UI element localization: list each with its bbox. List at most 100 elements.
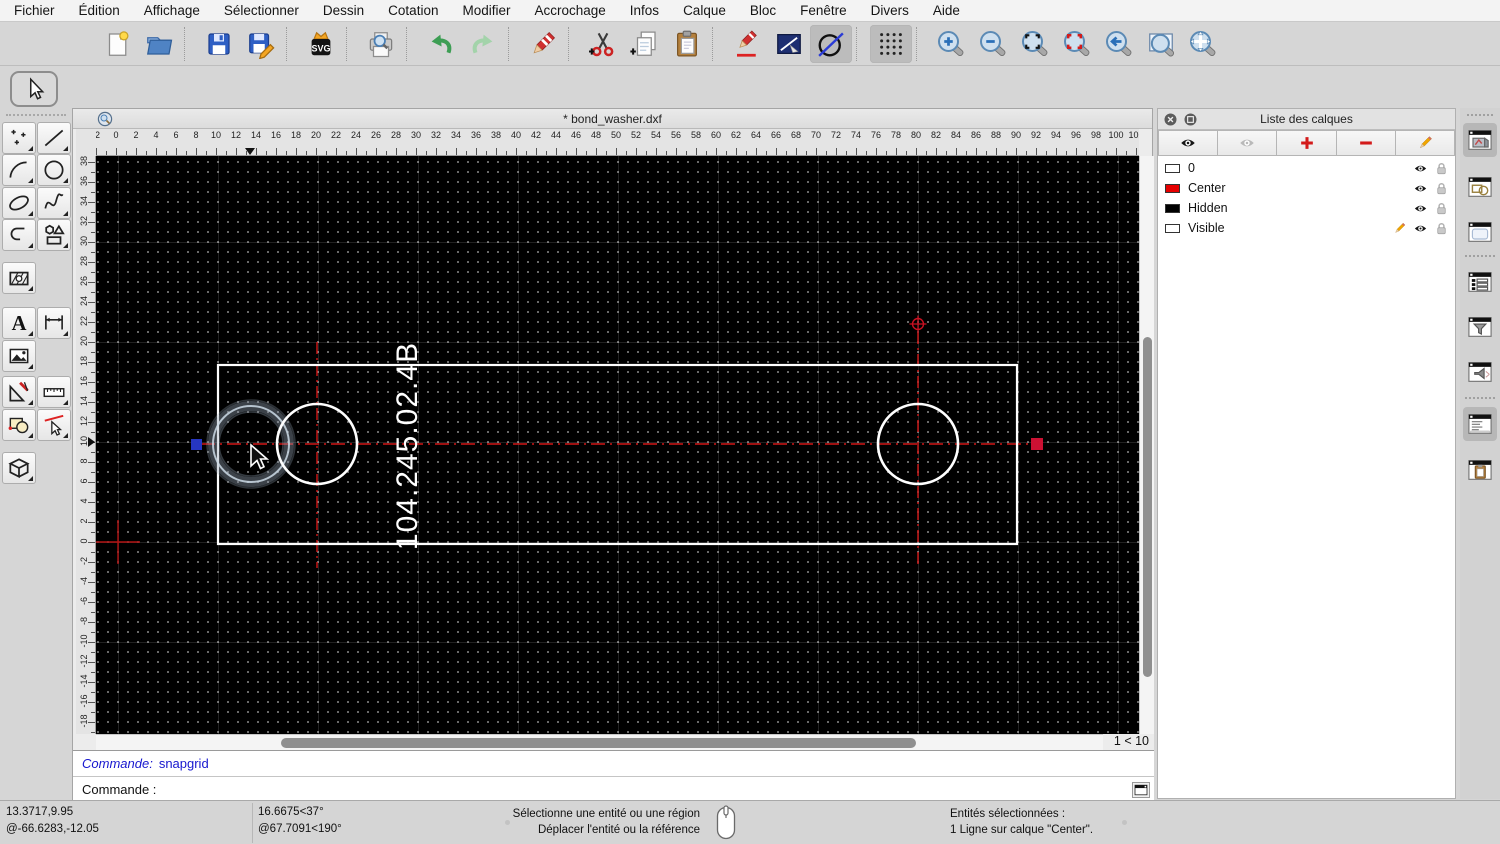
grid-dots-icon	[880, 32, 902, 55]
eye-icon[interactable]	[1413, 221, 1428, 236]
zoom-in-button[interactable]	[930, 25, 972, 63]
pen-edit-button[interactable]	[726, 25, 768, 63]
undo-button[interactable]	[420, 25, 462, 63]
polyline-edit-icon	[777, 33, 801, 54]
insert-dock-button[interactable]	[1463, 355, 1497, 389]
command-line-dock-button[interactable]	[1463, 407, 1497, 441]
command-history-value: snapgrid	[158, 756, 209, 771]
copy-icon	[630, 31, 656, 56]
cut-button[interactable]	[582, 25, 624, 63]
ellipse-tool-button[interactable]	[2, 187, 36, 219]
horizontal-scrollbar-thumb[interactable]	[281, 738, 916, 748]
menu-item-accrochage[interactable]: Accrochage	[534, 3, 605, 18]
spline-tool-button[interactable]	[37, 187, 71, 219]
hide-all-layers-button[interactable]	[1218, 130, 1278, 156]
select-tool-button[interactable]	[10, 71, 58, 107]
vertical-scrollbar[interactable]	[1139, 156, 1154, 734]
insert-dock-icon	[1468, 362, 1492, 382]
lock-icon[interactable]	[1434, 201, 1449, 216]
selection-handle[interactable]	[191, 439, 202, 450]
zoom-pan-button[interactable]	[1182, 25, 1224, 63]
layer-list-dock-button[interactable]	[1463, 123, 1497, 157]
new-file-button[interactable]	[96, 25, 138, 63]
menu-item-edition[interactable]: Édition	[79, 3, 120, 18]
menu-item-aide[interactable]: Aide	[933, 3, 960, 18]
save-as-button[interactable]	[240, 25, 282, 63]
library-browser-dock-button[interactable]	[1463, 215, 1497, 249]
clipboard-dock-button[interactable]	[1463, 453, 1497, 487]
block-list-dock-button[interactable]	[1463, 170, 1497, 204]
save-button[interactable]	[198, 25, 240, 63]
command-window-toggle-button[interactable]	[1132, 781, 1150, 798]
modify-tool-button[interactable]	[2, 376, 36, 408]
measure-tool-button[interactable]	[37, 376, 71, 408]
lock-icon[interactable]	[1434, 221, 1449, 236]
layer-row-hidden[interactable]: Hidden	[1158, 198, 1455, 218]
zoom-redraw-button[interactable]	[1056, 25, 1098, 63]
close-panel-button[interactable]	[1163, 112, 1178, 127]
menu-item-dessin[interactable]: Dessin	[323, 3, 364, 18]
drawing-window-titlebar[interactable]: * bond_washer.dxf	[73, 109, 1152, 129]
print-preview-button[interactable]	[360, 25, 402, 63]
zoom-auto-button[interactable]	[1014, 25, 1056, 63]
menu-item-cotation[interactable]: Cotation	[388, 3, 438, 18]
menu-item-modifier[interactable]: Modifier	[462, 3, 510, 18]
vertical-scrollbar-thumb[interactable]	[1143, 337, 1152, 677]
horizontal-scrollbar[interactable]	[96, 734, 1116, 750]
polygon-shapes-tool-button[interactable]	[37, 219, 71, 251]
add-layer-button[interactable]	[1277, 130, 1337, 156]
command-input[interactable]	[162, 779, 1132, 800]
drawing-canvas[interactable]: 104.245.02.4B	[96, 156, 1139, 734]
layer-list-panel: Liste des calques 0 Center Hidden Visible	[1157, 108, 1456, 799]
menu-item-infos[interactable]: Infos	[630, 3, 659, 18]
zoom-out-button[interactable]	[972, 25, 1014, 63]
snap-grid-button[interactable]	[870, 24, 912, 63]
selection-handle[interactable]	[1031, 438, 1043, 450]
zoom-previous-button[interactable]	[1098, 25, 1140, 63]
line-tool-button[interactable]	[37, 122, 71, 154]
open-file-button[interactable]	[138, 25, 180, 63]
hatch-tool-button[interactable]	[2, 262, 36, 294]
zoom-window-button[interactable]	[1140, 25, 1182, 63]
text-tool-button[interactable]: A	[2, 307, 36, 339]
filter-dock-button[interactable]	[1463, 310, 1497, 344]
image-tool-button[interactable]	[2, 340, 36, 372]
select-entity-tool-button[interactable]	[37, 409, 71, 441]
arc-tool-button[interactable]	[2, 154, 36, 186]
dimension-tool-button[interactable]	[37, 307, 71, 339]
layer-row-0[interactable]: 0	[1158, 158, 1455, 178]
lock-icon[interactable]	[1434, 181, 1449, 196]
paste-button[interactable]	[666, 25, 708, 63]
layer-row-center[interactable]: Center	[1158, 178, 1455, 198]
eye-icon[interactable]	[1413, 201, 1428, 216]
menu-item-calque[interactable]: Calque	[683, 3, 726, 18]
menu-item-affichage[interactable]: Affichage	[144, 3, 200, 18]
circle-tool-button[interactable]	[37, 154, 71, 186]
polyline-edit-button[interactable]	[768, 25, 810, 63]
layer-color-swatch	[1165, 163, 1180, 173]
points-tool-button[interactable]	[2, 122, 36, 154]
copy-button[interactable]	[624, 25, 666, 63]
float-panel-button[interactable]	[1183, 112, 1198, 127]
remove-layer-button[interactable]	[1336, 130, 1396, 156]
entity-list-dock-button[interactable]	[1463, 265, 1497, 299]
menu-item-fenetre[interactable]: Fenêtre	[800, 3, 847, 18]
layer-row-visible[interactable]: Visible	[1158, 218, 1455, 238]
draft-circle-line-button[interactable]	[810, 24, 852, 63]
blocks-tool-button[interactable]	[2, 409, 36, 441]
menu-item-selectionner[interactable]: Sélectionner	[224, 3, 299, 18]
filter-dock-icon	[1468, 317, 1492, 337]
polyline-tool-button[interactable]	[2, 219, 36, 251]
eye-icon[interactable]	[1413, 181, 1428, 196]
export-svg-button[interactable]: SVG	[300, 25, 342, 63]
eye-icon[interactable]	[1413, 161, 1428, 176]
menu-item-fichier[interactable]: Fichier	[14, 3, 55, 18]
redo-button[interactable]	[462, 25, 504, 63]
solid-3d-tool-button[interactable]	[2, 452, 36, 484]
show-all-layers-button[interactable]	[1158, 130, 1219, 156]
menu-item-bloc[interactable]: Bloc	[750, 3, 776, 18]
lock-icon[interactable]	[1434, 161, 1449, 176]
edit-layer-button[interactable]	[1395, 130, 1456, 156]
delete-button[interactable]	[522, 25, 564, 63]
menu-item-divers[interactable]: Divers	[871, 3, 909, 18]
